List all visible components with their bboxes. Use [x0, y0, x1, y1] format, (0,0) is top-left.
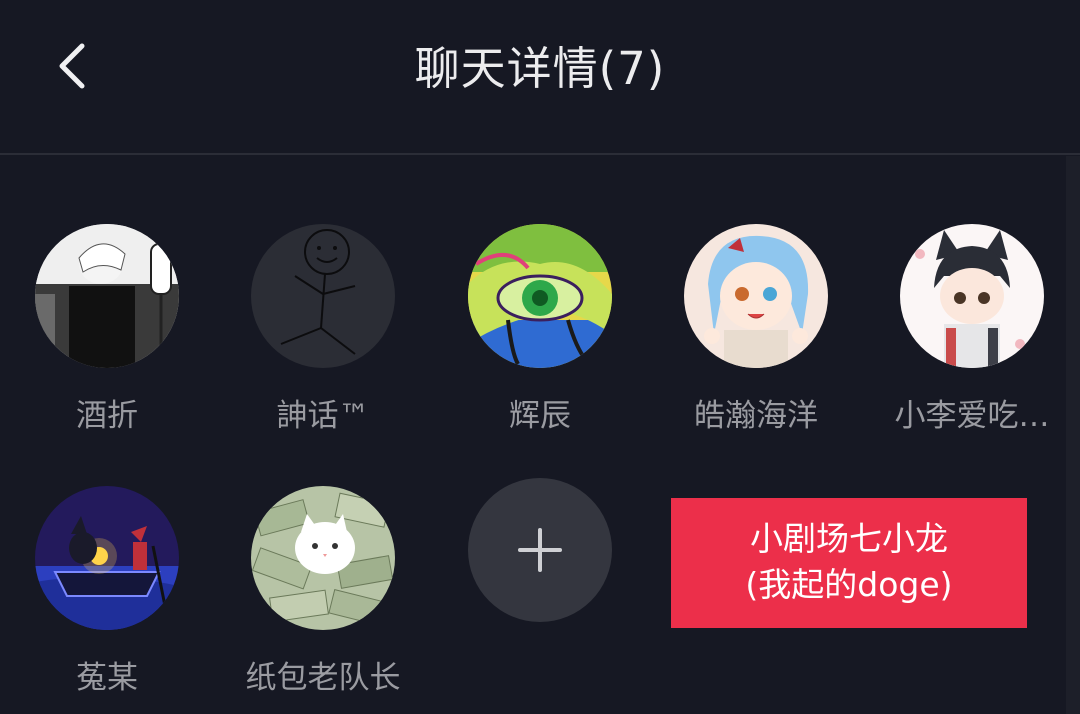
page-title: 聊天详情(7): [414, 42, 666, 95]
plus-icon: [518, 528, 562, 572]
member-name: 小李爱吃…: [894, 398, 1050, 434]
overlay-caption: 小剧场七小龙 (我起的doge): [671, 498, 1027, 628]
member-name: 纸包老队长: [245, 660, 401, 696]
member-name: 酒折: [76, 398, 138, 434]
member-name: 訷话™: [276, 398, 370, 434]
member-item[interactable]: 纸包老队长: [228, 486, 418, 697]
scrollbar-track[interactable]: [1066, 156, 1080, 714]
header-divider: [0, 153, 1080, 155]
header: 聊天详情(7): [0, 0, 1080, 154]
member-item[interactable]: 酒折: [12, 224, 202, 435]
add-member-button[interactable]: [468, 478, 612, 622]
member-name: 菟某: [76, 660, 138, 696]
member-item[interactable]: 辉辰: [445, 224, 635, 435]
avatar: [900, 224, 1044, 368]
caption-line-2: (我起的doge): [745, 565, 953, 604]
avatar: [684, 224, 828, 368]
avatar: [35, 224, 179, 368]
member-item[interactable]: 小李爱吃…: [877, 224, 1067, 435]
member-item[interactable]: 菟某: [12, 486, 202, 697]
avatar: [251, 486, 395, 630]
member-item[interactable]: 皓瀚海洋: [661, 224, 851, 435]
avatar: [251, 224, 395, 368]
avatar: [35, 486, 179, 630]
member-name: 辉辰: [509, 398, 571, 434]
member-item[interactable]: 訷话™: [228, 224, 418, 435]
member-name: 皓瀚海洋: [694, 398, 818, 434]
caption-line-1: 小剧场七小龙: [750, 519, 948, 558]
avatar: [468, 224, 612, 368]
